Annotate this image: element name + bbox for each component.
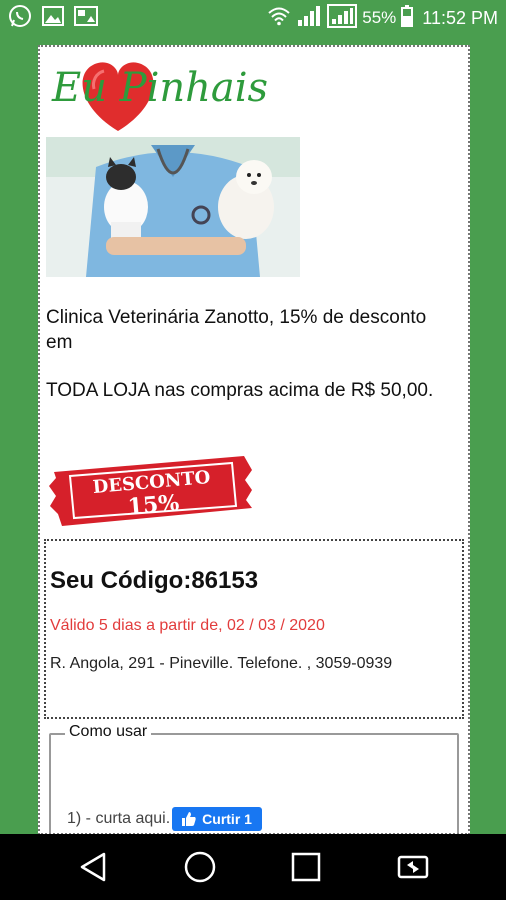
discount-stamp: DESCONTO 15% (46, 450, 256, 530)
battery-percent: 55% (362, 8, 397, 27)
back-icon (81, 852, 106, 882)
stamp-percent: 15% (127, 490, 181, 520)
signal-icon (327, 3, 358, 33)
coupon-code: Seu Código:86153 (50, 567, 259, 594)
recents-button[interactable] (281, 842, 331, 892)
address-text: R. Angola, 291 - Pineville. Telefone. , … (50, 655, 393, 672)
how-to-use-legend: Como usar (65, 723, 152, 741)
status-bar: 55% 11:52 PM (0, 0, 506, 36)
offer-line-1: Clinica Veterinária Zanotto, 15% de desc… (46, 307, 427, 353)
back-button[interactable] (68, 842, 118, 892)
home-button[interactable] (175, 842, 225, 892)
brand-logo: Eu Pinhais (46, 51, 269, 141)
step-1: 1) - curta aqui. Curtir 1 (67, 807, 262, 831)
signal-icon (296, 5, 322, 32)
screen-rotate-button[interactable] (388, 842, 438, 892)
how-to-use-section: Como usar 1) - curta aqui. Curtir 1 (49, 723, 459, 833)
step-1-text: 1) - curta aqui. (67, 810, 171, 827)
brand-name: Eu Pinhais (52, 65, 269, 111)
navigation-bar (0, 834, 506, 900)
like-label: Curtir 1 (202, 811, 252, 827)
coupon-code-box: Seu Código:86153 Válido 5 dias a partir … (44, 539, 464, 719)
whatsapp-icon (8, 4, 32, 33)
home-icon (184, 851, 215, 883)
coupon-page: Eu Pinhais Clinica Veterinária Zanotto, … (38, 45, 470, 835)
thumbs-up-icon (182, 812, 196, 826)
clock: 11:52 PM (422, 7, 498, 28)
vet-photo (46, 137, 300, 277)
gallery-icon (42, 5, 64, 32)
photo-icon (74, 5, 98, 32)
wifi-icon (267, 6, 291, 31)
battery-icon (401, 4, 414, 32)
offer-description: Clinica Veterinária Zanotto, 15% de desc… (46, 305, 456, 426)
facebook-like-button[interactable]: Curtir 1 (172, 807, 262, 831)
recents-icon (292, 852, 321, 882)
offer-line-2: TODA LOJA nas compras acima de R$ 50,00. (46, 380, 434, 401)
validity-text: Válido 5 dias a partir de, 02 / 03 / 202… (50, 617, 325, 634)
screen-rotate-icon (397, 855, 428, 879)
